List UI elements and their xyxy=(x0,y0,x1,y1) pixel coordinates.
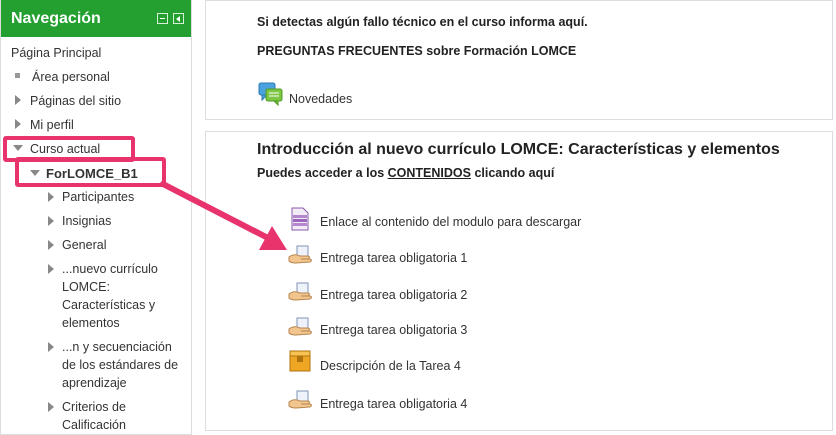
summary-text-after: clicando aquí xyxy=(470,166,555,180)
expand-arrow-icon[interactable] xyxy=(48,402,54,412)
forum-icon xyxy=(258,82,283,106)
navigation-block: Navegación Página Principal Área persona… xyxy=(0,0,192,435)
nav-item-participantes[interactable]: Participantes xyxy=(62,190,134,204)
expand-arrow-icon[interactable] xyxy=(48,240,54,250)
expand-arrow-icon[interactable] xyxy=(48,216,54,226)
expand-arrow-icon[interactable] xyxy=(48,264,54,274)
highlight-course-name xyxy=(15,157,166,187)
activity-link-assignment-3[interactable]: Entrega tarea obligatoria 3 xyxy=(320,323,467,337)
nav-item-topic-1-line-3[interactable]: Características y xyxy=(62,298,155,312)
summary-text-before: Puedes acceder a los xyxy=(257,166,388,180)
nav-item-area-personal[interactable]: Área personal xyxy=(32,70,110,84)
nav-item-topic-1-line-1[interactable]: ...nuevo currículo xyxy=(62,262,158,276)
forum-link-novedades[interactable]: Novedades xyxy=(289,92,352,106)
expand-arrow-icon[interactable] xyxy=(48,342,54,352)
nav-item-topic-1-line-2[interactable]: LOMCE: xyxy=(62,280,110,294)
contenidos-link[interactable]: CONTENIDOS xyxy=(388,166,471,180)
activity-link-assignment-4[interactable]: Entrega tarea obligatoria 4 xyxy=(320,397,467,411)
section-info-line: Si detectas algún fallo técnico en el cu… xyxy=(257,15,588,29)
navigation-header: Navegación xyxy=(1,0,191,37)
nav-item-general[interactable]: General xyxy=(62,238,106,252)
activity-link-assignment-1[interactable]: Entrega tarea obligatoria 1 xyxy=(320,251,467,265)
nav-item-topic-2-line-1[interactable]: ...n y secuenciación xyxy=(62,340,172,354)
section-summary: Puedes acceder a los CONTENIDOS clicando… xyxy=(257,166,554,180)
file-icon xyxy=(291,207,309,231)
nav-item-pagina-principal[interactable]: Página Principal xyxy=(11,46,101,60)
nav-item-paginas-del-sitio[interactable]: Páginas del sitio xyxy=(30,94,121,108)
faq-heading: PREGUNTAS FRECUENTES sobre Formación LOM… xyxy=(257,44,577,58)
assignment-icon xyxy=(288,282,312,301)
nav-item-insignias[interactable]: Insignias xyxy=(62,214,111,228)
resource-box-icon xyxy=(289,350,311,372)
bullet-icon xyxy=(15,73,20,78)
activity-link-task-description[interactable]: Descripción de la Tarea 4 xyxy=(320,359,461,373)
navigation-title: Navegación xyxy=(11,10,101,27)
hide-block-icon[interactable] xyxy=(173,13,184,24)
nav-item-topic-3-line-2[interactable]: Calificación xyxy=(62,418,126,432)
expand-arrow-icon[interactable] xyxy=(48,192,54,202)
dock-block-icon[interactable] xyxy=(157,13,168,24)
nav-item-topic-1-line-4[interactable]: elementos xyxy=(62,316,120,330)
nav-item-topic-2-line-2[interactable]: de los estándares de xyxy=(62,358,178,372)
section-title: Introducción al nuevo currículo LOMCE: C… xyxy=(257,141,780,158)
expand-arrow-icon[interactable] xyxy=(15,119,21,129)
assignment-icon xyxy=(288,317,312,336)
assignment-icon xyxy=(288,245,312,264)
activity-link-file[interactable]: Enlace al contenido del modulo para desc… xyxy=(320,215,581,229)
expand-arrow-icon[interactable] xyxy=(15,95,21,105)
nav-item-mi-perfil[interactable]: Mi perfil xyxy=(30,118,74,132)
nav-item-topic-3-line-1[interactable]: Criterios de xyxy=(62,400,126,414)
activity-link-assignment-2[interactable]: Entrega tarea obligatoria 2 xyxy=(320,288,467,302)
nav-item-topic-2-line-3[interactable]: aprendizaje xyxy=(62,376,127,390)
assignment-icon xyxy=(288,390,312,409)
